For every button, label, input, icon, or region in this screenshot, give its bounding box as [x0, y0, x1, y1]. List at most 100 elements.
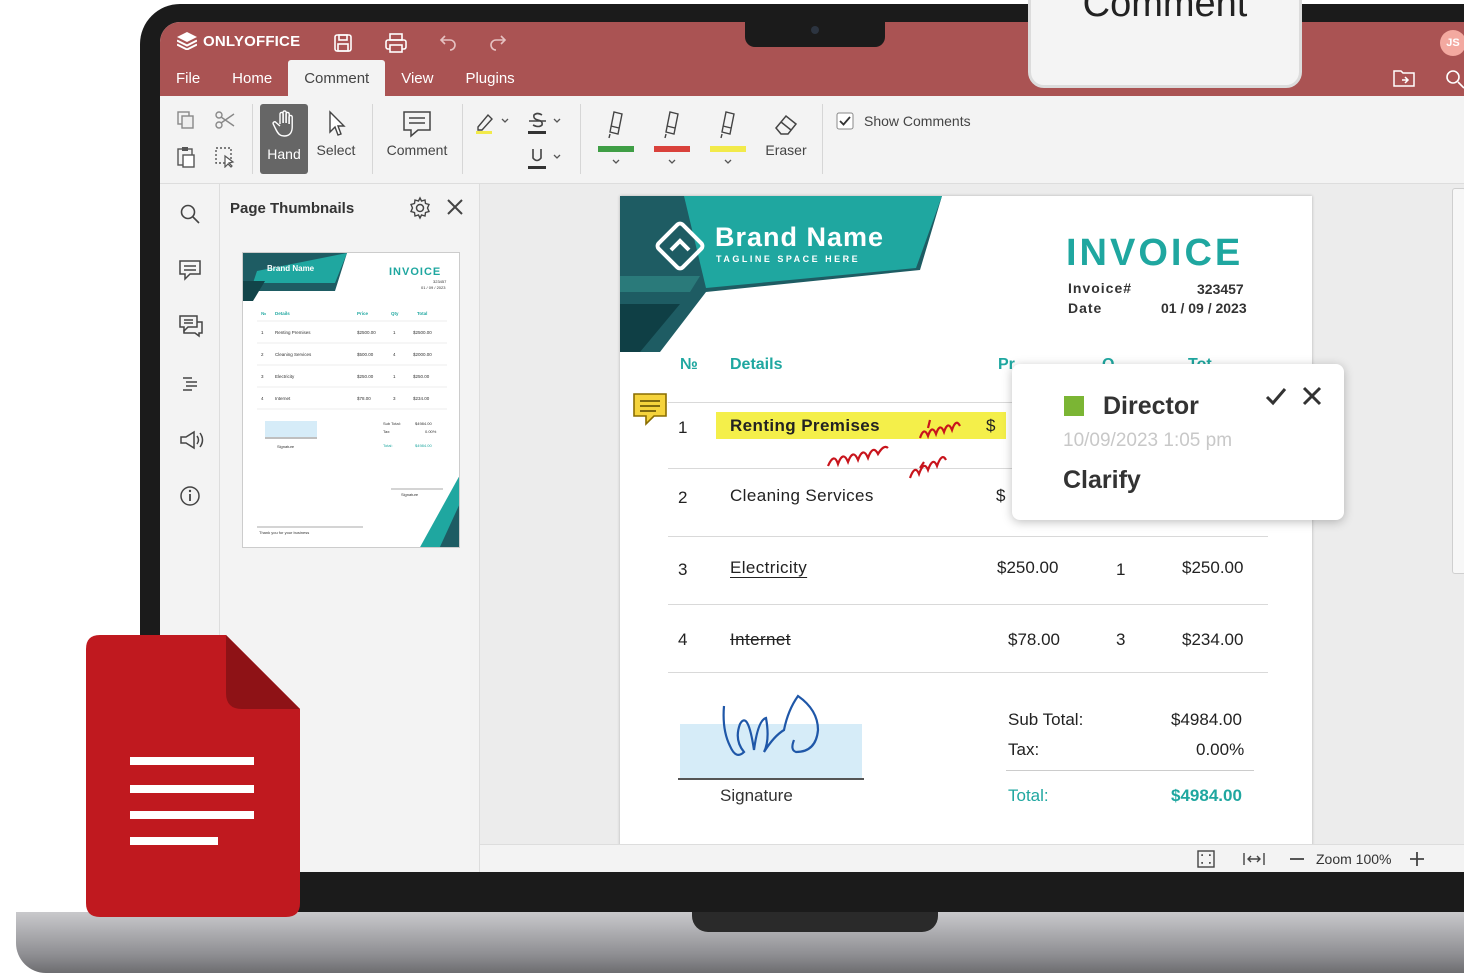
- comment-marker-icon[interactable]: [632, 392, 668, 426]
- pen-yellow-button[interactable]: [708, 106, 748, 166]
- invoice-title: INVOICE: [1066, 232, 1244, 274]
- select-all-button[interactable]: [214, 146, 236, 168]
- eraser-icon: [775, 114, 798, 135]
- thumb-cell: 1: [393, 374, 396, 379]
- thumb-cell: 4: [393, 352, 396, 357]
- thumb-subtotal-label: Sub Total:: [383, 421, 401, 426]
- zoom-out-button[interactable]: [1288, 849, 1306, 872]
- text-highlight-button[interactable]: [474, 110, 510, 134]
- thumb-total-label: Total:: [383, 443, 393, 448]
- gear-icon: [410, 196, 430, 220]
- onlyoffice-logo-icon: [177, 32, 197, 50]
- thumb-cell: $250.00: [413, 374, 430, 379]
- total-label: Total:: [1008, 786, 1049, 805]
- close-icon: [447, 199, 463, 215]
- tab-home[interactable]: Home: [216, 60, 288, 96]
- hand-icon: [272, 110, 293, 137]
- column-header-details: Details: [730, 356, 783, 373]
- print-icon[interactable]: [384, 32, 408, 54]
- fit-width-button[interactable]: [1242, 849, 1266, 872]
- app-logo: ONLYOFFICE: [177, 32, 300, 50]
- tax-label: Tax:: [1008, 740, 1040, 759]
- tab-comment[interactable]: Comment: [288, 60, 386, 96]
- comments-panel-icon[interactable]: [178, 258, 202, 282]
- thumb-total-value: $4984.00: [415, 443, 432, 448]
- close-comment-button[interactable]: [1300, 384, 1324, 413]
- comment-popup: Director 10/09/2023 1:05 pm Clarify: [1012, 364, 1344, 520]
- select-tool-label: Select: [316, 142, 356, 158]
- thumb-col-no: №: [261, 311, 266, 316]
- comment-author: Director: [1103, 392, 1199, 420]
- tax-value: 0.00%: [1196, 740, 1245, 759]
- comment-toolbar: Hand Select Comment Eraser Show Comments: [160, 96, 1464, 184]
- tab-view[interactable]: View: [385, 60, 449, 96]
- comment-text: Clarify: [1063, 466, 1141, 494]
- search-icon[interactable]: [178, 202, 202, 226]
- tab-file[interactable]: File: [160, 60, 216, 96]
- search-icon[interactable]: [1444, 68, 1464, 90]
- row-total: $234.00: [1182, 630, 1244, 649]
- thumb-cell: $250.00: [357, 374, 374, 379]
- underline-button[interactable]: [526, 146, 562, 172]
- page-thumbnail-1[interactable]: Brand Name INVOICE 323457 01 / 09 / 2023…: [242, 252, 460, 548]
- total-value: $4984.00: [1171, 786, 1242, 805]
- undo-icon[interactable]: [436, 32, 460, 54]
- close-panel-button[interactable]: [444, 196, 466, 223]
- fit-width-icon: [1243, 853, 1265, 865]
- brand-name: Brand Name: [715, 222, 885, 252]
- show-comments-checkbox[interactable]: Show Comments: [836, 112, 971, 130]
- checkmark-icon: [1265, 388, 1287, 406]
- thumbnail-settings-button[interactable]: [408, 196, 432, 225]
- minus-icon: [1290, 858, 1304, 860]
- row-number: 4: [678, 630, 688, 649]
- author-color-swatch: [1064, 396, 1084, 416]
- copy-button[interactable]: [176, 110, 196, 130]
- checkbox-checked-icon: [836, 112, 854, 130]
- chat-icon[interactable]: [178, 314, 203, 338]
- info-icon[interactable]: [178, 484, 202, 508]
- status-bar: Zoom 100%: [480, 844, 1464, 872]
- strikeout-button[interactable]: [526, 110, 562, 136]
- menu-bar: File Home Comment View Plugins: [160, 60, 531, 96]
- document-file-icon: [86, 635, 300, 917]
- redo-icon[interactable]: [488, 32, 512, 54]
- select-tool-button[interactable]: Select: [312, 110, 360, 158]
- fit-page-icon: [1197, 850, 1215, 868]
- thumb-subtotal-value: $4984.00: [415, 421, 432, 426]
- user-avatar[interactable]: JS: [1440, 30, 1464, 56]
- save-icon[interactable]: [332, 32, 356, 54]
- resolve-comment-button[interactable]: [1264, 384, 1288, 413]
- cut-button[interactable]: [214, 110, 236, 130]
- thumb-col-details: Details: [275, 311, 290, 316]
- subtotal-value: $4984.00: [1171, 710, 1242, 729]
- paste-button[interactable]: [176, 146, 196, 168]
- thumb-invoice-number: 323457: [433, 279, 447, 284]
- zoom-in-button[interactable]: [1408, 849, 1426, 872]
- zoom-level: Zoom 100%: [1316, 851, 1392, 867]
- tab-plugins[interactable]: Plugins: [449, 60, 530, 96]
- add-comment-button[interactable]: Comment: [382, 110, 452, 158]
- copy-icon: [177, 111, 194, 129]
- vertical-scrollbar[interactable]: [1452, 188, 1464, 574]
- feedback-megaphone-icon[interactable]: [178, 428, 204, 452]
- row-price: $: [996, 486, 1006, 505]
- pen-green-button[interactable]: [596, 106, 636, 166]
- invoice-date: 01 / 09 / 2023: [1161, 300, 1247, 316]
- hand-tool-button[interactable]: Hand: [260, 104, 308, 174]
- invoice-number: 323457: [1197, 281, 1244, 297]
- navigation-icon[interactable]: [178, 372, 202, 396]
- pen-red-button[interactable]: [652, 106, 692, 166]
- pen-icon: [654, 111, 690, 164]
- pen-icon: [710, 111, 746, 164]
- eraser-button[interactable]: Eraser: [760, 110, 812, 158]
- ink-annotation: [826, 419, 961, 479]
- thumb-cell: Cleaning Services: [275, 352, 312, 357]
- signature-label: Signature: [720, 786, 793, 805]
- fit-page-button[interactable]: [1196, 849, 1216, 872]
- open-location-icon[interactable]: [1392, 68, 1416, 90]
- brand-tagline: TAGLINE SPACE HERE: [716, 254, 861, 264]
- thumb-signature-label: Signature: [277, 444, 295, 449]
- thumb-thanks: Thank you for your business: [259, 530, 309, 535]
- feature-callout: Comment: [1028, 0, 1302, 88]
- paste-icon: [177, 147, 195, 168]
